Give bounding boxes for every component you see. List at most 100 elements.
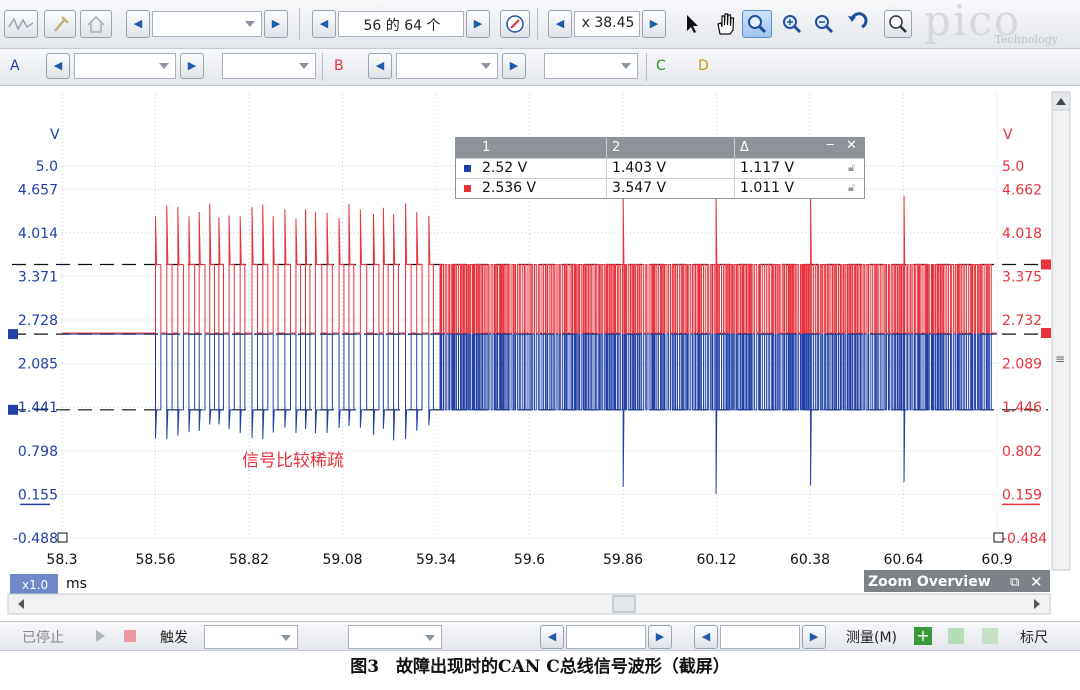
x-tick-label: 60.12	[696, 552, 736, 568]
x-tick-label: 59.08	[322, 552, 362, 568]
row-a-v2: 1.403 V	[612, 160, 667, 176]
trigger-mode-select[interactable]	[204, 625, 298, 649]
ruler-marker	[8, 404, 18, 415]
channel-d-button[interactable]: D	[694, 53, 718, 79]
ruler-menu[interactable]: 标尺	[1020, 627, 1048, 647]
undo-zoom-icon[interactable]	[842, 11, 870, 37]
lock-icon[interactable]: 🔓︎	[848, 181, 855, 195]
zoom-100-icon	[889, 15, 907, 33]
zoom-select-button[interactable]	[742, 10, 772, 38]
figure-caption: 图3 故障出现时的CAN C总线信号波形（截屏）	[350, 657, 730, 677]
row-b-v1: 2.536 V	[482, 180, 537, 196]
lock-icon[interactable]: 🔓︎	[848, 161, 855, 175]
left-tick-label: 4.657	[18, 182, 58, 198]
x-tick-label: 59.6	[514, 552, 545, 568]
left-tick-label: 3.371	[18, 269, 58, 285]
home-button[interactable]	[80, 10, 112, 38]
pretrigger-next[interactable]: ▶	[802, 625, 826, 649]
measure-table[interactable]: 1 2 Δ ‒ ✕ 2.52 V 1.403 V 1.117 V 🔓︎ 2.53…	[455, 137, 865, 199]
channel-b-coupling[interactable]	[544, 53, 638, 79]
col-1-header: 1	[482, 140, 491, 155]
row-b-v2: 3.547 V	[612, 180, 667, 196]
buffer-counter-text: 56 的 64 个	[363, 18, 441, 34]
right-tick-label: 0.159	[1002, 487, 1042, 503]
channel-view-button[interactable]	[4, 10, 38, 38]
minimize-icon[interactable]: ‒	[826, 137, 834, 152]
channel-a-coupling[interactable]	[222, 53, 316, 79]
right-tick-label: -0.484	[1002, 531, 1047, 547]
next-button[interactable]: ▶	[264, 10, 288, 38]
horizontal-scrollbar[interactable]	[7, 593, 1051, 615]
channel-b-range[interactable]	[396, 53, 498, 79]
trigger-label: 触发	[160, 630, 188, 646]
channel-a-range[interactable]	[74, 53, 176, 79]
channel-b-button[interactable]: B	[330, 53, 354, 79]
toolbar-separator	[322, 53, 323, 81]
left-tick-label: 2.728	[18, 313, 58, 329]
zoom-in-icon[interactable]	[778, 11, 806, 37]
stop-status: 已停止	[22, 630, 64, 646]
channel-a-next[interactable]: ▶	[180, 53, 204, 79]
pretrigger-value[interactable]	[720, 625, 800, 649]
channel-a-offset-marker	[8, 329, 18, 340]
probe-button[interactable]	[44, 10, 76, 38]
x-tick-label: 58.56	[135, 552, 175, 568]
restore-icon[interactable]: ⧉	[1010, 575, 1019, 590]
measure-row-a: 2.52 V 1.403 V 1.117 V 🔓︎	[456, 158, 864, 179]
pretrigger-prev[interactable]: ◀	[694, 625, 718, 649]
right-tick-label: 5.0	[1002, 159, 1024, 175]
delete-measurement-icon[interactable]	[982, 628, 998, 644]
prev-button[interactable]: ◀	[126, 10, 150, 38]
channel-toolbar: A ◀ ▶ B ◀ ▶ C D	[0, 49, 1080, 86]
channel-a-swatch	[464, 165, 471, 172]
channel-c-button[interactable]: C	[652, 53, 676, 79]
zoom-next-button[interactable]: ▶	[642, 10, 666, 38]
channel-b-next[interactable]: ▶	[502, 53, 526, 79]
zoom-prev-button[interactable]: ◀	[548, 10, 572, 38]
measure-row-b: 2.536 V 3.547 V 1.011 V 🔓︎	[456, 178, 864, 199]
row-a-v1: 2.52 V	[482, 160, 528, 176]
scroll-grip-icon: ≡	[1055, 352, 1065, 366]
add-measurement-icon[interactable]: +	[914, 627, 932, 645]
left-tick-label: 0.798	[18, 444, 58, 460]
sparse-annotation: 信号比较稀疏	[242, 451, 344, 471]
zoom-badge: x1.0	[22, 578, 48, 592]
trigger-level[interactable]	[566, 625, 646, 649]
x-tick-label: 60.64	[883, 552, 923, 568]
right-tick-label: 0.802	[1002, 444, 1042, 460]
trigger-prev[interactable]: ◀	[540, 625, 564, 649]
trigger-source-select[interactable]	[348, 625, 442, 649]
row-b-delta: 1.011 V	[740, 180, 795, 196]
zoom-100-button[interactable]	[884, 10, 912, 38]
prev-buffer-button[interactable]: ◀	[312, 10, 336, 38]
compass-icon	[506, 15, 524, 33]
measure-menu[interactable]: 测量(M)	[846, 627, 897, 647]
zoom-out-icon[interactable]	[810, 11, 838, 37]
zoom-field: x 38.45	[574, 11, 640, 37]
buffer-navigator-button[interactable]	[500, 10, 530, 38]
run-icon[interactable]	[96, 630, 105, 642]
channel-a-prev[interactable]: ◀	[46, 53, 70, 79]
axis-corner-marker	[993, 532, 1004, 543]
col-divider	[734, 138, 735, 198]
next-buffer-button[interactable]: ▶	[466, 10, 490, 38]
timebase-select[interactable]	[152, 11, 262, 37]
table-close-icon[interactable]: ✕	[846, 138, 857, 153]
zoom-value: x 38.45	[581, 15, 635, 31]
x-tick-label: 60.9	[981, 552, 1012, 568]
bottom-toolbar: 已停止 触发 ◀ ▶ ◀ ▶ 测量(M) + 标尺	[0, 621, 1080, 651]
hand-icon[interactable]	[712, 10, 738, 38]
pointer-icon[interactable]	[682, 12, 702, 36]
row-a-delta: 1.117 V	[740, 160, 795, 176]
trigger-next[interactable]: ▶	[648, 625, 672, 649]
close-icon[interactable]: ✕	[1030, 573, 1043, 591]
scroll-thumb[interactable]	[612, 595, 636, 613]
vertical-scrollbar[interactable]	[1051, 91, 1071, 571]
channel-b-prev[interactable]: ◀	[368, 53, 392, 79]
channel-a-button[interactable]: A	[6, 53, 30, 79]
left-tick-label: -0.488	[13, 531, 58, 547]
stop-icon[interactable]	[124, 630, 136, 642]
x-tick-label: 58.82	[229, 552, 269, 568]
edit-measurement-icon[interactable]	[948, 628, 964, 644]
right-tick-label: 2.732	[1002, 313, 1042, 329]
